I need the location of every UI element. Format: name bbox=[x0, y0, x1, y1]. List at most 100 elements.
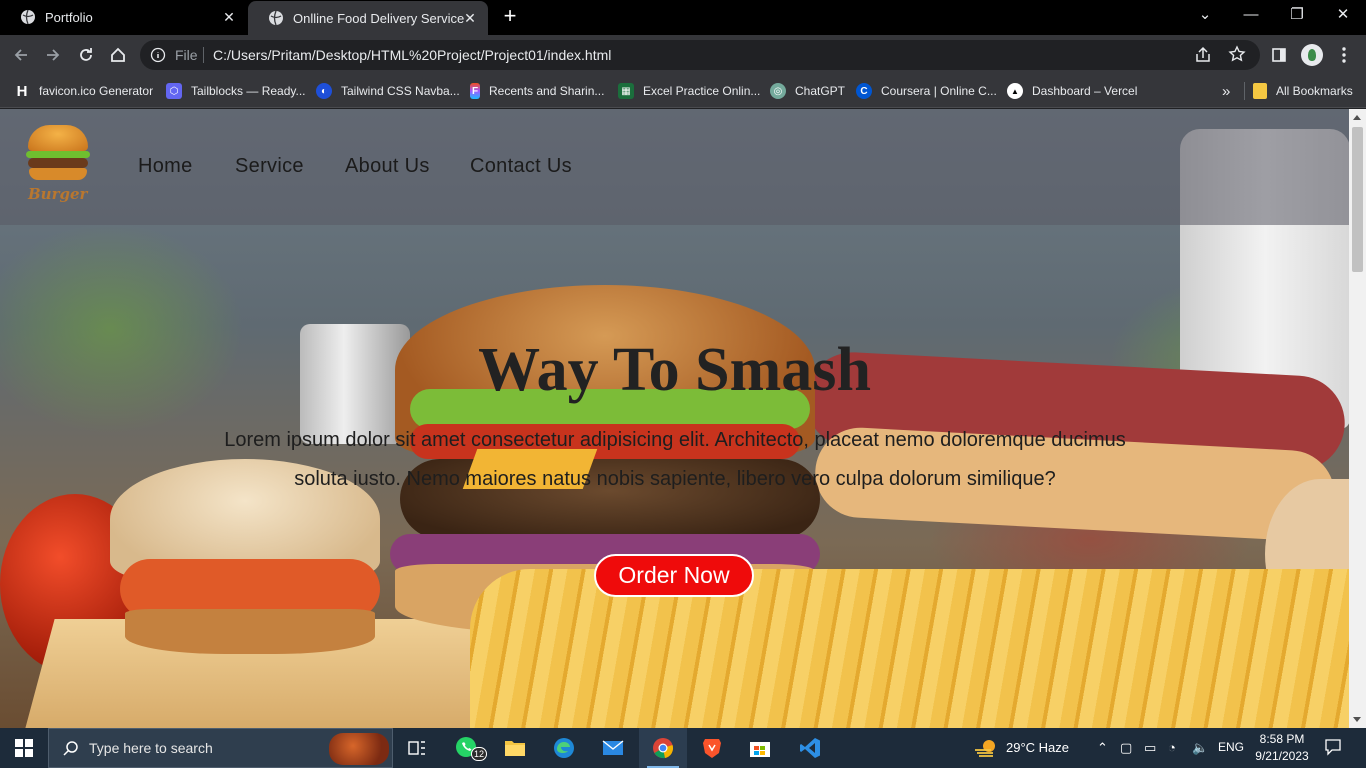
nav-contact-us[interactable]: Contact Us bbox=[470, 155, 572, 178]
bookmark-tailwind-navbar[interactable]: ◐ Tailwind CSS Navba... bbox=[316, 82, 460, 100]
side-panel-icon[interactable] bbox=[1268, 44, 1290, 66]
tailwind-icon: ◐ bbox=[316, 83, 332, 99]
globe-icon bbox=[268, 10, 284, 26]
red-panda-search-highlight-icon[interactable] bbox=[329, 733, 389, 765]
nav-service[interactable]: Service bbox=[235, 155, 304, 178]
hero-headline: Way To Smash bbox=[478, 336, 871, 404]
home-icon[interactable] bbox=[107, 44, 129, 66]
task-view-icon[interactable] bbox=[393, 728, 441, 768]
tab-search-chevron-icon[interactable]: ⌄ bbox=[1182, 0, 1228, 32]
divider bbox=[203, 47, 204, 63]
tab-portfolio[interactable]: Portfolio ✕ bbox=[0, 0, 247, 34]
tab-title: Onlline Food Delivery Service | W bbox=[293, 10, 465, 26]
excel-icon: ▦ bbox=[618, 83, 634, 99]
share-icon[interactable] bbox=[1194, 46, 1212, 67]
bookmark-label: favicon.ico Generator bbox=[39, 84, 154, 98]
meet-now-icon[interactable]: ▢ bbox=[1120, 740, 1132, 756]
weather-text[interactable]: 29°C Haze bbox=[1006, 740, 1069, 755]
microsoft-store-icon[interactable] bbox=[736, 728, 784, 768]
whatsapp-badge: 12 bbox=[471, 747, 487, 761]
bookmark-chatgpt[interactable]: ◎ ChatGPT bbox=[770, 82, 845, 100]
windows-logo-icon bbox=[15, 739, 33, 757]
address-bar[interactable]: File C:/Users/Pritam/Desktop/HTML%20Proj… bbox=[140, 40, 1260, 70]
order-now-button[interactable]: Order Now bbox=[594, 554, 754, 597]
bookmark-star-icon[interactable] bbox=[1228, 45, 1246, 66]
page-viewport: Burger Home Service About Us Contact Us … bbox=[0, 109, 1349, 728]
url-scheme-label: File bbox=[175, 47, 198, 63]
nav-home[interactable]: Home bbox=[138, 155, 193, 178]
page-scrollbar[interactable] bbox=[1349, 109, 1366, 728]
folder-icon bbox=[1253, 83, 1267, 99]
windows-taskbar: Type here to search 12 29°C Haze ⌃ ▢ ▭ ◔… bbox=[0, 728, 1366, 768]
logo-patty bbox=[28, 158, 88, 168]
bookmark-label: Recents and Sharin... bbox=[489, 84, 605, 98]
language-indicator[interactable]: ENG bbox=[1218, 740, 1244, 754]
vscode-icon[interactable] bbox=[786, 728, 834, 768]
all-bookmarks-button[interactable]: All Bookmarks bbox=[1253, 82, 1353, 100]
bookmark-favicon-generator[interactable]: H favicon.ico Generator bbox=[14, 82, 153, 100]
new-tab-button[interactable]: + bbox=[499, 5, 521, 28]
profile-avatar[interactable] bbox=[1301, 44, 1323, 66]
search-icon bbox=[62, 740, 80, 763]
info-icon[interactable] bbox=[150, 47, 166, 66]
logo-text: Burger bbox=[28, 185, 88, 203]
hero-paragraph: Lorem ipsum dolor sit amet consectetur a… bbox=[224, 429, 1126, 490]
more-bookmarks-chevron-icon[interactable]: » bbox=[1222, 82, 1230, 100]
bookmark-coursera[interactable]: C Coursera | Online C... bbox=[856, 82, 997, 100]
burger-logo[interactable]: Burger bbox=[24, 121, 94, 211]
minimize-button[interactable]: — bbox=[1228, 0, 1274, 32]
clock[interactable]: 8:58 PM 9/21/2023 bbox=[1254, 731, 1310, 765]
scroll-up-arrow-icon[interactable] bbox=[1353, 115, 1361, 120]
tab-food-delivery[interactable]: Onlline Food Delivery Service | W ✕ bbox=[248, 1, 488, 35]
url-text[interactable]: C:/Users/Pritam/Desktop/HTML%20Project/P… bbox=[213, 47, 611, 63]
volume-icon[interactable]: 🔈 bbox=[1192, 740, 1208, 756]
nav-about-us[interactable]: About Us bbox=[345, 155, 430, 178]
bookmark-tailblocks[interactable]: ⬡ Tailblocks — Ready... bbox=[166, 82, 306, 100]
back-icon[interactable] bbox=[10, 44, 32, 66]
notification-center-icon[interactable] bbox=[1324, 738, 1342, 759]
close-tab-icon[interactable]: ✕ bbox=[221, 9, 237, 25]
tab-strip: Portfolio ✕ Onlline Food Delivery Servic… bbox=[0, 0, 1366, 35]
reload-icon[interactable] bbox=[75, 44, 97, 66]
file-explorer-icon[interactable] bbox=[491, 728, 539, 768]
brave-browser-icon[interactable] bbox=[688, 728, 736, 768]
bookmark-excel-practice[interactable]: ▦ Excel Practice Onlin... bbox=[618, 82, 760, 100]
menu-kebab-icon[interactable] bbox=[1333, 44, 1355, 66]
forward-icon[interactable] bbox=[42, 44, 64, 66]
show-hidden-icons-chevron-icon[interactable]: ⌃ bbox=[1097, 740, 1108, 756]
search-placeholder: Type here to search bbox=[89, 740, 213, 756]
globe-icon bbox=[20, 9, 36, 25]
clock-time: 8:58 PM bbox=[1259, 732, 1305, 746]
mail-icon[interactable] bbox=[589, 728, 637, 768]
bookmark-figma-recents[interactable]: F Recents and Sharin... bbox=[470, 82, 604, 100]
bookmark-label: Tailwind CSS Navba... bbox=[341, 84, 460, 98]
close-tab-icon[interactable]: ✕ bbox=[462, 10, 478, 26]
bookmark-label: Dashboard – Vercel bbox=[1032, 84, 1138, 98]
start-button[interactable] bbox=[0, 728, 48, 768]
chrome-icon[interactable] bbox=[639, 728, 687, 768]
scrollbar-thumb[interactable] bbox=[1352, 127, 1363, 272]
vercel-icon: ▲ bbox=[1007, 83, 1023, 99]
logo-bun-bottom bbox=[29, 168, 87, 180]
bookmarks-bar: H favicon.ico Generator ⬡ Tailblocks — R… bbox=[0, 75, 1366, 108]
edge-browser-icon[interactable] bbox=[540, 728, 588, 768]
coursera-icon: C bbox=[856, 83, 872, 99]
favicon-generator-icon: H bbox=[16, 82, 28, 100]
chatgpt-icon: ◎ bbox=[770, 83, 786, 99]
bookmark-vercel-dashboard[interactable]: ▲ Dashboard – Vercel bbox=[1007, 82, 1137, 100]
scroll-down-arrow-icon[interactable] bbox=[1353, 717, 1361, 722]
weather-icon[interactable] bbox=[973, 738, 999, 761]
all-bookmarks-label: All Bookmarks bbox=[1276, 84, 1353, 98]
tailblocks-icon: ⬡ bbox=[166, 83, 182, 99]
bookmark-label: Excel Practice Onlin... bbox=[643, 84, 761, 98]
bookmark-label: Tailblocks — Ready... bbox=[191, 84, 306, 98]
close-window-button[interactable]: ✕ bbox=[1320, 0, 1366, 32]
restore-button[interactable]: ❐ bbox=[1274, 0, 1320, 32]
whatsapp-icon[interactable]: 12 bbox=[443, 728, 491, 768]
taskbar-search-box[interactable]: Type here to search bbox=[48, 728, 393, 768]
browser-toolbar: File C:/Users/Pritam/Desktop/HTML%20Proj… bbox=[0, 35, 1366, 75]
wifi-icon[interactable]: ◔ bbox=[1168, 740, 1176, 755]
battery-icon[interactable]: ▭ bbox=[1144, 740, 1156, 756]
small-burger-bottom-image bbox=[125, 609, 375, 654]
site-navbar: Burger Home Service About Us Contact Us bbox=[0, 109, 1349, 225]
